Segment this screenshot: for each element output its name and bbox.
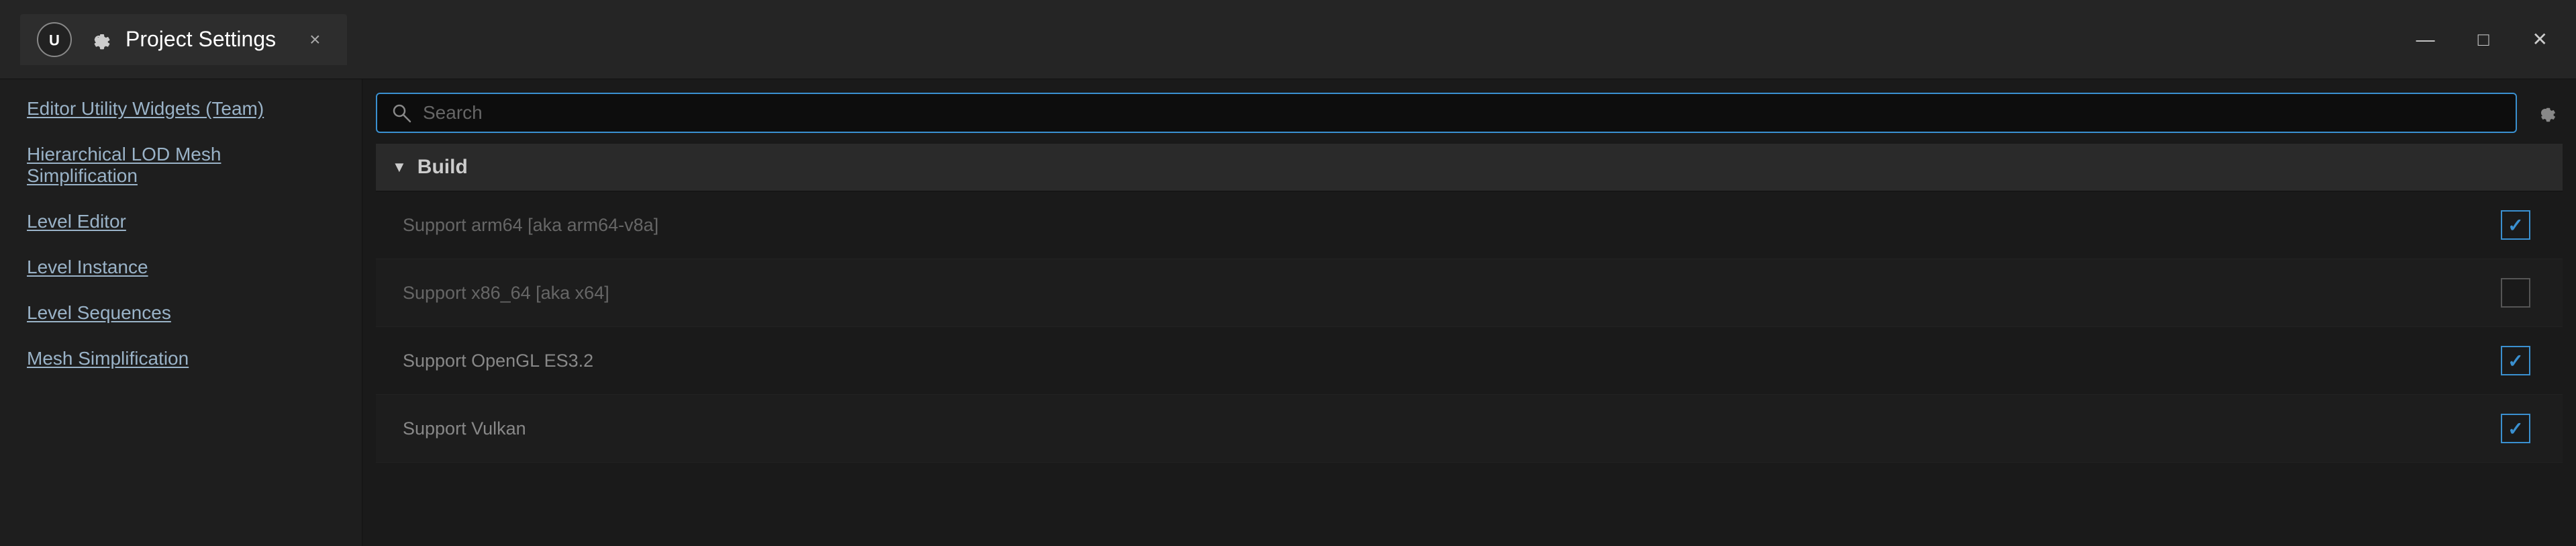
checkbox-arm64[interactable]: ✓ <box>2501 210 2530 240</box>
row-label-arm64: Support arm64 [aka arm64-v8a] <box>403 215 2495 236</box>
search-bar-container <box>376 93 2563 133</box>
checkmark-arm64: ✓ <box>2508 214 2523 236</box>
section-title-build: Build <box>417 156 468 179</box>
row-control-x86[interactable] <box>2495 273 2536 313</box>
sidebar-item-hierarchical-lod[interactable]: Hierarchical LOD Mesh Simplification <box>0 132 362 199</box>
search-icon <box>391 102 412 124</box>
sidebar: Editor Utility Widgets (Team) Hierarchic… <box>0 79 362 546</box>
search-input[interactable] <box>423 102 2502 124</box>
checkbox-opengl[interactable]: ✓ <box>2501 346 2530 375</box>
checkmark-opengl: ✓ <box>2508 350 2523 372</box>
sidebar-item-level-editor[interactable]: Level Editor <box>0 199 362 244</box>
maximize-button[interactable]: □ <box>2470 24 2497 56</box>
title-tab: U Project Settings × <box>20 14 347 65</box>
sidebar-item-editor-utility-widgets[interactable]: Editor Utility Widgets (Team) <box>0 86 362 132</box>
tab-close-button[interactable]: × <box>309 29 320 50</box>
sidebar-item-level-sequences[interactable]: Level Sequences <box>0 290 362 336</box>
table-row: Support arm64 [aka arm64-v8a] ✓ <box>376 191 2563 259</box>
settings-content: ▼ Build Support arm64 [aka arm64-v8a] ✓ … <box>376 144 2563 546</box>
table-row: Support Vulkan ✓ <box>376 395 2563 463</box>
row-label-x86: Support x86_64 [aka x64] <box>403 283 2495 304</box>
sidebar-item-mesh-simplification[interactable]: Mesh Simplification <box>0 336 362 381</box>
search-settings-button[interactable] <box>2528 95 2563 130</box>
build-section-header[interactable]: ▼ Build <box>376 144 2563 191</box>
checkbox-vulkan[interactable]: ✓ <box>2501 414 2530 443</box>
section-collapse-arrow: ▼ <box>392 158 407 176</box>
row-control-opengl[interactable]: ✓ <box>2495 340 2536 381</box>
checkmark-vulkan: ✓ <box>2508 418 2523 440</box>
table-row: Support x86_64 [aka x64] <box>376 259 2563 327</box>
right-panel: ▼ Build Support arm64 [aka arm64-v8a] ✓ … <box>362 79 2576 546</box>
window-title: Project Settings <box>126 27 276 52</box>
search-gear-icon <box>2533 101 2557 125</box>
ue-logo-icon: U <box>37 22 72 57</box>
row-control-arm64[interactable]: ✓ <box>2495 205 2536 245</box>
row-label-vulkan: Support Vulkan <box>403 418 2495 439</box>
svg-text:U: U <box>49 32 60 48</box>
checkbox-x86[interactable] <box>2501 278 2530 308</box>
close-button[interactable]: ✕ <box>2524 23 2556 56</box>
main-content: Editor Utility Widgets (Team) Hierarchic… <box>0 79 2576 546</box>
sidebar-item-level-instance[interactable]: Level Instance <box>0 244 362 290</box>
row-label-opengl: Support OpenGL ES3.2 <box>403 351 2495 371</box>
search-bar <box>376 93 2517 133</box>
minimize-button[interactable]: — <box>2408 24 2443 56</box>
row-control-vulkan[interactable]: ✓ <box>2495 408 2536 449</box>
table-row: Support OpenGL ES3.2 ✓ <box>376 327 2563 395</box>
settings-gear-icon <box>85 26 112 53</box>
title-bar: U Project Settings × — □ ✕ <box>0 0 2576 79</box>
window-controls: — □ ✕ <box>2408 23 2556 56</box>
